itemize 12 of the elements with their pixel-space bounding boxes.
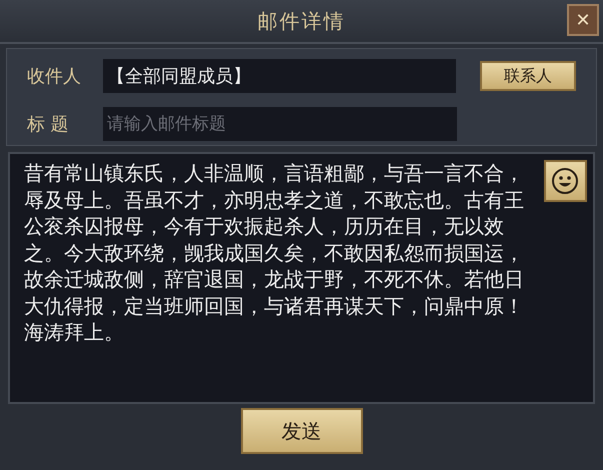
subject-label: 标 题: [27, 113, 70, 136]
send-button[interactable]: 发送: [240, 408, 362, 454]
message-text: 昔有常山镇东氏，人非温顺，言语粗鄙，与吾一言不合，辱及母上。吾虽不才，亦明忠孝之道，不敢忘也。古有王公衮杀囚报母，今有于欢振起杀人，历历在目，无以效之。今大敌环绕，觊我成国久矣，不敢因私怨而损国运，故余迁城敌侧，辞官退国，龙战于野，不死不休。若他日大仇得报，定当班师回国，与诸君再谋天下，问鼎中原！海涛拜上。: [24, 160, 525, 346]
subject-field[interactable]: 请输入邮件标题: [103, 107, 457, 141]
window-title: 邮件详情: [258, 8, 346, 34]
recipient-field[interactable]: 【全部同盟成员】: [102, 59, 456, 93]
recipient-label: 收件人: [27, 65, 82, 88]
contacts-button[interactable]: 联系人: [480, 61, 576, 91]
close-button[interactable]: ✕: [567, 4, 599, 36]
emoji-button[interactable]: [544, 160, 587, 202]
message-box[interactable]: 昔有常山镇东氏，人非温顺，言语粗鄙，与吾一言不合，辱及母上。吾虽不才，亦明忠孝之道，不敢忘也。古有王公衮杀囚报母，今有于欢振起杀人，历历在目，无以效之。今大敌环绕，觊我成国久矣，不敢因私怨而损国运，故余迁城敌侧，辞官退国，龙战于野，不死不休。若他日大仇得报，定当班师回国，与诸君再谋天下，问鼎中原！海涛拜上。: [8, 152, 595, 404]
smiley-icon: [551, 167, 580, 195]
